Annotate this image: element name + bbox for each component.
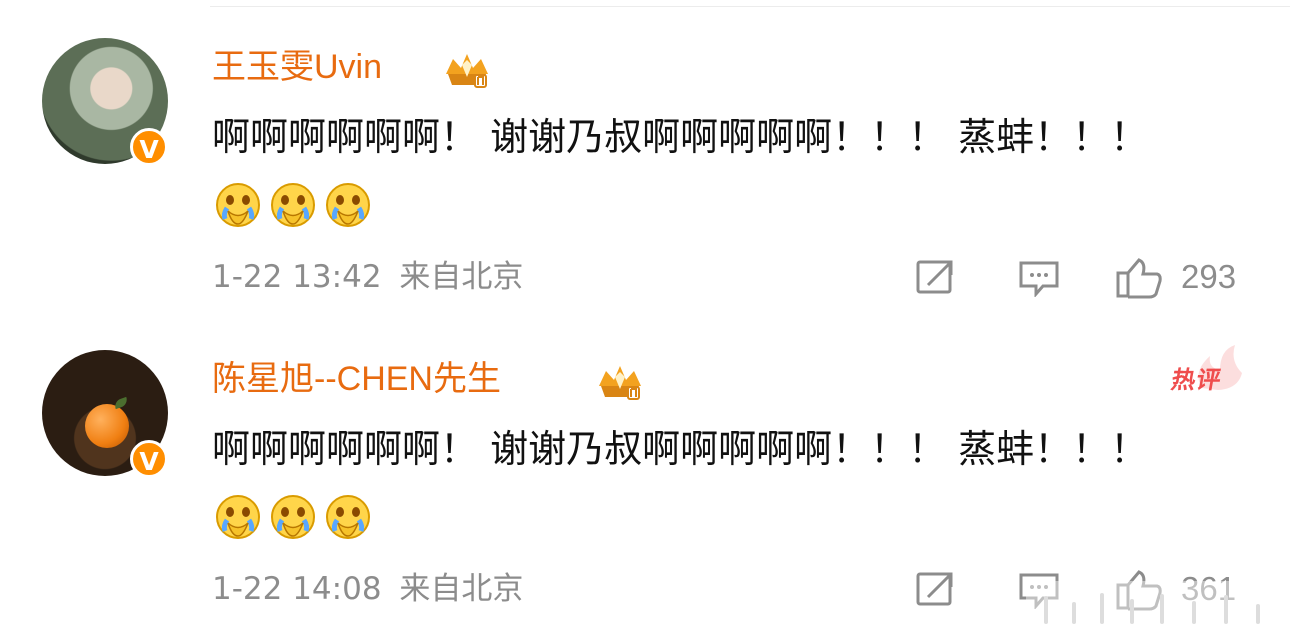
watermark-bar <box>1160 594 1164 624</box>
comment-date: 1-22 14:08 <box>212 571 382 607</box>
like-count: 293 <box>1181 258 1237 295</box>
verified-v-icon: V <box>130 440 168 478</box>
watermark-bar <box>1224 595 1228 624</box>
avatar-leaf <box>113 396 129 410</box>
crying-face-icon <box>271 183 315 227</box>
avatar-orange <box>85 404 129 448</box>
comment-text: 啊啊啊啊啊啊！ 谢谢乃叔啊啊啊啊啊！！！ 蒸蚌！！！ <box>212 427 1149 471</box>
crying-face-icon <box>216 495 260 539</box>
like-icon[interactable] <box>1115 257 1163 299</box>
comment-location: 来自北京 <box>399 571 524 607</box>
comment-meta: 1-22 14:08 来自北京 <box>212 567 531 611</box>
watermark-bar <box>1044 596 1048 624</box>
verified-v-icon: V <box>130 128 168 166</box>
watermark-bar <box>1100 593 1104 624</box>
watermark-bar <box>1072 602 1076 624</box>
crying-face-icon <box>216 183 260 227</box>
watermark-bar <box>1256 604 1260 624</box>
crying-face-icon <box>271 495 315 539</box>
watermark-bar <box>1192 601 1196 624</box>
share-icon[interactable] <box>915 569 957 609</box>
watermark-overlay <box>1026 581 1289 634</box>
crying-face-icon <box>326 495 370 539</box>
comment-item: V 王玉雯Uvin 啊啊啊啊啊啊！ 谢谢乃叔啊啊啊啊啊！！！ 蒸蚌！！！ 1-2… <box>0 0 1290 310</box>
comment-date: 1-22 13:42 <box>212 259 382 295</box>
username[interactable]: 陈星旭--CHEN先生 <box>212 357 501 401</box>
emoji-row <box>212 493 374 541</box>
comment-text: 啊啊啊啊啊啊！ 谢谢乃叔啊啊啊啊啊！！！ 蒸蚌！！！ <box>212 115 1149 159</box>
share-icon[interactable] <box>915 257 957 297</box>
watermark-bar <box>1130 599 1134 624</box>
username[interactable]: 王玉雯Uvin <box>212 45 382 89</box>
crying-face-icon <box>326 183 370 227</box>
comment-item: V 陈星旭--CHEN先生 热评 啊啊啊啊啊啊！ 谢谢乃叔啊啊啊啊啊！！！ 蒸蚌… <box>0 312 1290 622</box>
comment-meta: 1-22 13:42 来自北京 <box>212 255 531 299</box>
crown-badge-icon[interactable] <box>593 359 647 403</box>
crown-badge-icon[interactable] <box>440 47 494 91</box>
emoji-row <box>212 181 374 229</box>
comment-location: 来自北京 <box>399 259 524 295</box>
comment-icon[interactable] <box>1018 257 1060 297</box>
hot-comment-badge: 热评 <box>1169 366 1225 394</box>
